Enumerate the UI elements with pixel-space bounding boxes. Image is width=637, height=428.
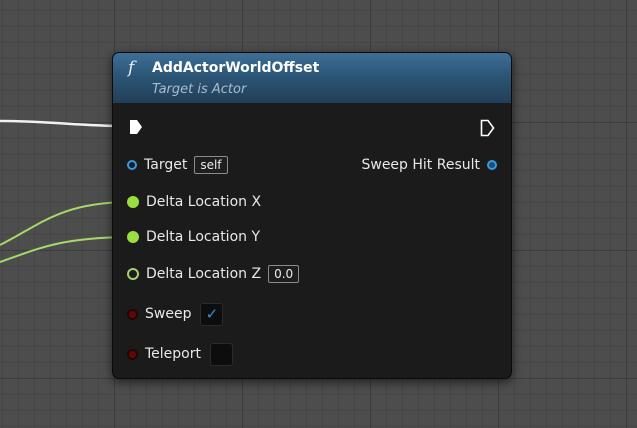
output-row-sweep-hit-result: Sweep Hit Result [361,153,497,177]
node-header[interactable]: f AddActorWorldOffset Target is Actor [113,53,511,103]
delta-location-z-pin-icon[interactable] [127,268,139,280]
checkmark-icon: ✓ [205,304,219,323]
float-wire-y[interactable] [0,236,128,263]
input-row-delta-location-z: Delta Location Z 0.0 [127,262,300,286]
target-pin-icon[interactable] [127,160,137,170]
delta-location-x-pin-icon[interactable] [127,196,139,208]
exec-wire[interactable] [0,119,126,128]
target-value: self [194,156,228,174]
sweep-label: Sweep [145,306,192,322]
delta-location-z-input[interactable]: 0.0 [268,265,300,283]
exec-out-pin-icon[interactable] [480,119,495,137]
delta-location-y-label: Delta Location Y [146,229,261,245]
add-actor-world-offset-node[interactable]: f AddActorWorldOffset Target is Actor Ta… [112,52,512,379]
sweep-hit-result-label: Sweep Hit Result [361,157,480,173]
exec-in-pin-icon[interactable] [129,119,143,135]
node-title: AddActorWorldOffset [152,60,320,76]
sweep-checkbox[interactable]: ✓ [200,302,224,326]
sweep-hit-result-pin-icon[interactable] [487,160,497,170]
node-subtitle: Target is Actor [152,82,247,97]
input-row-delta-location-y: Delta Location Y [127,225,260,249]
input-row-teleport: Teleport [127,342,233,366]
input-row-delta-location-x: Delta Location X [127,190,261,214]
input-row-target: Target self [127,153,228,177]
input-row-sweep: Sweep ✓ [127,302,224,326]
teleport-pin-icon[interactable] [127,348,138,360]
target-label: Target [144,157,188,173]
function-icon: f [128,58,135,78]
delta-location-z-label: Delta Location Z [146,266,262,282]
sweep-pin-icon[interactable] [127,308,138,320]
teleport-checkbox[interactable] [210,342,233,366]
delta-location-x-label: Delta Location X [146,194,262,210]
delta-location-y-pin-icon[interactable] [127,231,139,243]
teleport-label: Teleport [145,346,201,362]
